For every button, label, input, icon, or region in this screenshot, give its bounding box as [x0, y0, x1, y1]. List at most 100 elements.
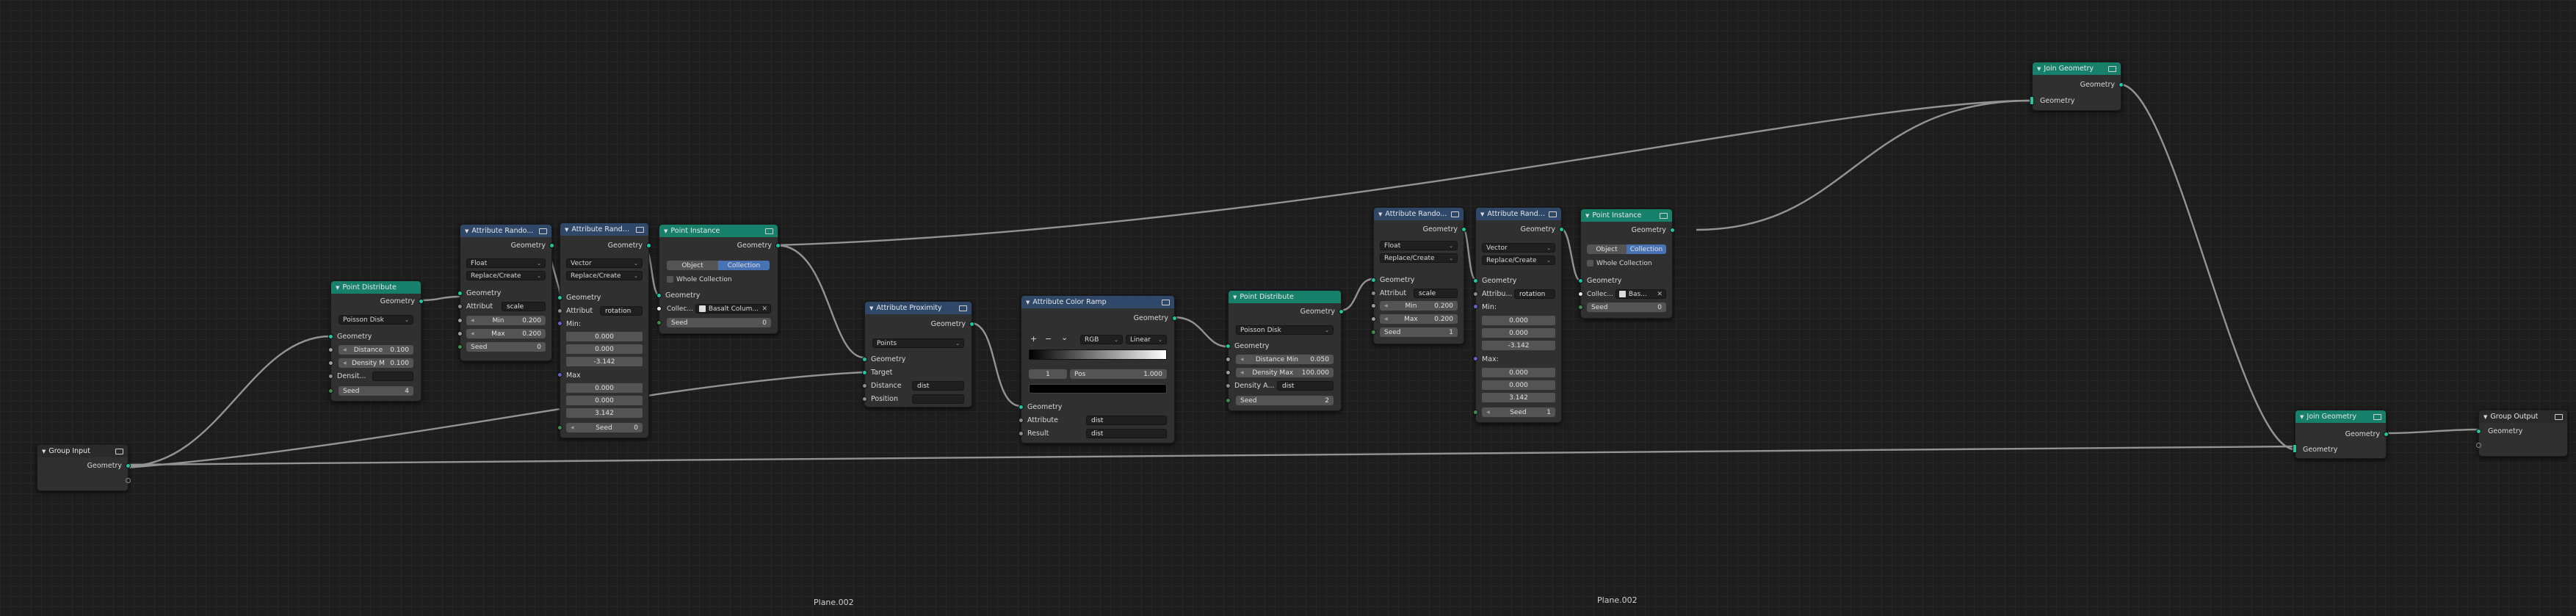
preview-monitor-icon[interactable]: [765, 228, 773, 234]
max-y-field[interactable]: 0.000: [566, 396, 643, 405]
geometry-input-socket[interactable]: [328, 334, 333, 339]
point-instance-node-2[interactable]: ▼ Point Instance Geometry Object Collect…: [1578, 209, 1675, 319]
node-header[interactable]: ▼ Join Geometry: [2033, 62, 2121, 75]
collection-option[interactable]: Collection: [718, 261, 770, 270]
collapse-chevron-icon[interactable]: ▼: [1585, 213, 1589, 219]
group-input-node[interactable]: ▼ Group Input Geometry: [37, 444, 131, 491]
geometry-input-socket[interactable]: [1371, 278, 1376, 283]
distance-min-socket[interactable]: [1226, 357, 1231, 362]
geometry-input-socket[interactable]: [1019, 405, 1024, 410]
seed-input-socket[interactable]: [328, 388, 333, 394]
attribute-name-input[interactable]: rotation: [600, 306, 643, 316]
density-attribute-input[interactable]: dist: [1277, 381, 1334, 391]
color-ramp-gradient[interactable]: [1029, 349, 1167, 360]
min-x-field[interactable]: 0.000: [566, 332, 643, 341]
node-header[interactable]: ▼ Group Output: [2479, 410, 2567, 423]
node-header[interactable]: ▼ Point Instance: [1581, 209, 1672, 222]
attribute-name-input[interactable]: scale: [1414, 289, 1458, 298]
max-x-field[interactable]: 0.000: [1482, 368, 1555, 377]
attribute-color-ramp-node[interactable]: ▼ Attribute Color Ramp Geometry + − ⌄ RG…: [1019, 295, 1177, 443]
collapse-chevron-icon[interactable]: ▼: [565, 227, 568, 233]
clear-x-icon[interactable]: ✕: [1657, 291, 1663, 298]
geometry-multi-input-socket[interactable]: [2030, 96, 2034, 105]
data-type-dropdown[interactable]: Float ⌄: [1380, 241, 1458, 250]
collection-selector[interactable]: Bas... ✕: [1615, 289, 1666, 299]
collapse-chevron-icon[interactable]: ▼: [2483, 414, 2487, 420]
min-y-field[interactable]: 0.000: [1482, 328, 1555, 338]
density-max-socket[interactable]: [1226, 370, 1231, 375]
group-output-node[interactable]: ▼ Group Output Geometry: [2476, 410, 2568, 457]
seed-field[interactable]: Seed 0: [667, 318, 771, 327]
geometry-output-socket[interactable]: [969, 322, 974, 327]
collapse-chevron-icon[interactable]: ▼: [336, 285, 339, 291]
color-mode-dropdown[interactable]: RGB ⌄: [1080, 335, 1123, 344]
max-input-socket[interactable]: [457, 331, 463, 336]
collapse-chevron-icon[interactable]: ▼: [869, 305, 873, 311]
collection-field[interactable]: Collec... Bas... ✕: [1587, 289, 1666, 299]
min-z-field[interactable]: -3.142: [566, 357, 643, 366]
target-input-socket[interactable]: [862, 370, 867, 375]
seed-input-socket[interactable]: [656, 320, 662, 325]
distribution-method-dropdown[interactable]: Poisson Disk ⌄: [1236, 325, 1334, 335]
node-header[interactable]: ▼ Attribute Proximity: [865, 302, 972, 314]
decrement-icon[interactable]: ◀: [471, 318, 474, 323]
decrement-icon[interactable]: ◀: [343, 347, 347, 352]
whole-collection-checkbox[interactable]: Whole Collection: [1587, 258, 1652, 268]
object-option[interactable]: Object: [667, 261, 718, 270]
data-type-dropdown[interactable]: Float ⌄: [466, 258, 546, 268]
attribute-randomize-node-3[interactable]: ▼ Attribute Rando... Geometry Float ⌄ Rep…: [1371, 207, 1466, 344]
interpolation-dropdown[interactable]: Linear ⌄: [1126, 335, 1167, 344]
max-z-field[interactable]: 3.142: [566, 408, 643, 418]
target-mode-dropdown[interactable]: Points ⌄: [872, 338, 964, 348]
collapse-chevron-icon[interactable]: ▼: [1233, 294, 1237, 300]
checkbox-box[interactable]: [667, 276, 673, 283]
operation-dropdown[interactable]: Replace/Create ⌄: [466, 271, 546, 280]
geometry-output-socket[interactable]: [126, 463, 131, 468]
distance-input-socket[interactable]: [328, 347, 333, 352]
add-stop-button[interactable]: +: [1030, 334, 1037, 344]
distance-input-socket[interactable]: [862, 383, 867, 388]
collection-input-socket[interactable]: [656, 306, 662, 311]
seed-input-socket[interactable]: [1371, 330, 1376, 335]
node-header[interactable]: ▼ Attribute Rando...: [1374, 208, 1464, 220]
operation-dropdown[interactable]: Replace/Create ⌄: [1380, 253, 1458, 263]
collection-selector[interactable]: Basalt Colum... ✕: [695, 304, 771, 314]
decrement-icon[interactable]: ◀: [1240, 370, 1244, 375]
geometry-input-socket[interactable]: [457, 291, 463, 296]
node-header[interactable]: ▼ Point Distribute: [331, 281, 421, 294]
collapse-chevron-icon[interactable]: ▼: [465, 228, 468, 234]
distance-field[interactable]: ◀ Distance 0.100: [339, 345, 413, 355]
collection-input-socket[interactable]: [1578, 291, 1583, 297]
attribute-randomize-node-1[interactable]: ▼ Attribute Rando... Geometry Float ⌄ Rep…: [457, 224, 554, 361]
whole-collection-checkbox[interactable]: Whole Collection: [667, 275, 732, 284]
min-input-socket[interactable]: [1473, 304, 1478, 309]
geometry-input-socket[interactable]: [1578, 278, 1583, 283]
seed-field[interactable]: Seed 1: [1380, 327, 1458, 337]
max-input-socket[interactable]: [557, 372, 562, 377]
attribute-proximity-node[interactable]: ▼ Attribute Proximity Geometry Points ⌄ G…: [862, 301, 974, 407]
geometry-output-socket[interactable]: [2384, 432, 2389, 437]
geometry-input-socket[interactable]: [1473, 278, 1478, 283]
preview-monitor-icon[interactable]: [115, 448, 123, 454]
collapse-chevron-icon[interactable]: ▼: [1378, 211, 1382, 217]
collapse-chevron-icon[interactable]: ▼: [2300, 414, 2304, 420]
node-header[interactable]: ▼ Attribute Color Ramp: [1021, 296, 1174, 308]
decrement-icon[interactable]: ◀: [471, 331, 474, 336]
min-field[interactable]: ◀ Min 0.200: [466, 316, 546, 325]
empty-output-socket[interactable]: [126, 478, 131, 483]
preview-monitor-icon[interactable]: [1549, 211, 1557, 217]
result-input-socket[interactable]: [1019, 431, 1024, 436]
data-type-dropdown[interactable]: Vector ⌄: [1482, 243, 1555, 253]
instance-type-toggle[interactable]: Object Collection: [1587, 244, 1666, 254]
remove-stop-button[interactable]: −: [1045, 334, 1052, 344]
geometry-input-socket[interactable]: [557, 295, 562, 300]
seed-input-socket[interactable]: [1578, 305, 1583, 310]
attribute-input-socket[interactable]: [1019, 418, 1024, 423]
min-input-socket[interactable]: [457, 318, 463, 323]
min-x-field[interactable]: 0.000: [1482, 316, 1555, 325]
density-max-field[interactable]: ◀ Density Max 100.000: [1236, 368, 1334, 377]
geometry-output-socket[interactable]: [1461, 227, 1466, 232]
node-header[interactable]: ▼ Join Geometry: [2295, 410, 2386, 423]
operation-dropdown[interactable]: Replace/Create ⌄: [1482, 256, 1555, 265]
max-field[interactable]: ◀ Max 0.200: [1380, 314, 1458, 324]
